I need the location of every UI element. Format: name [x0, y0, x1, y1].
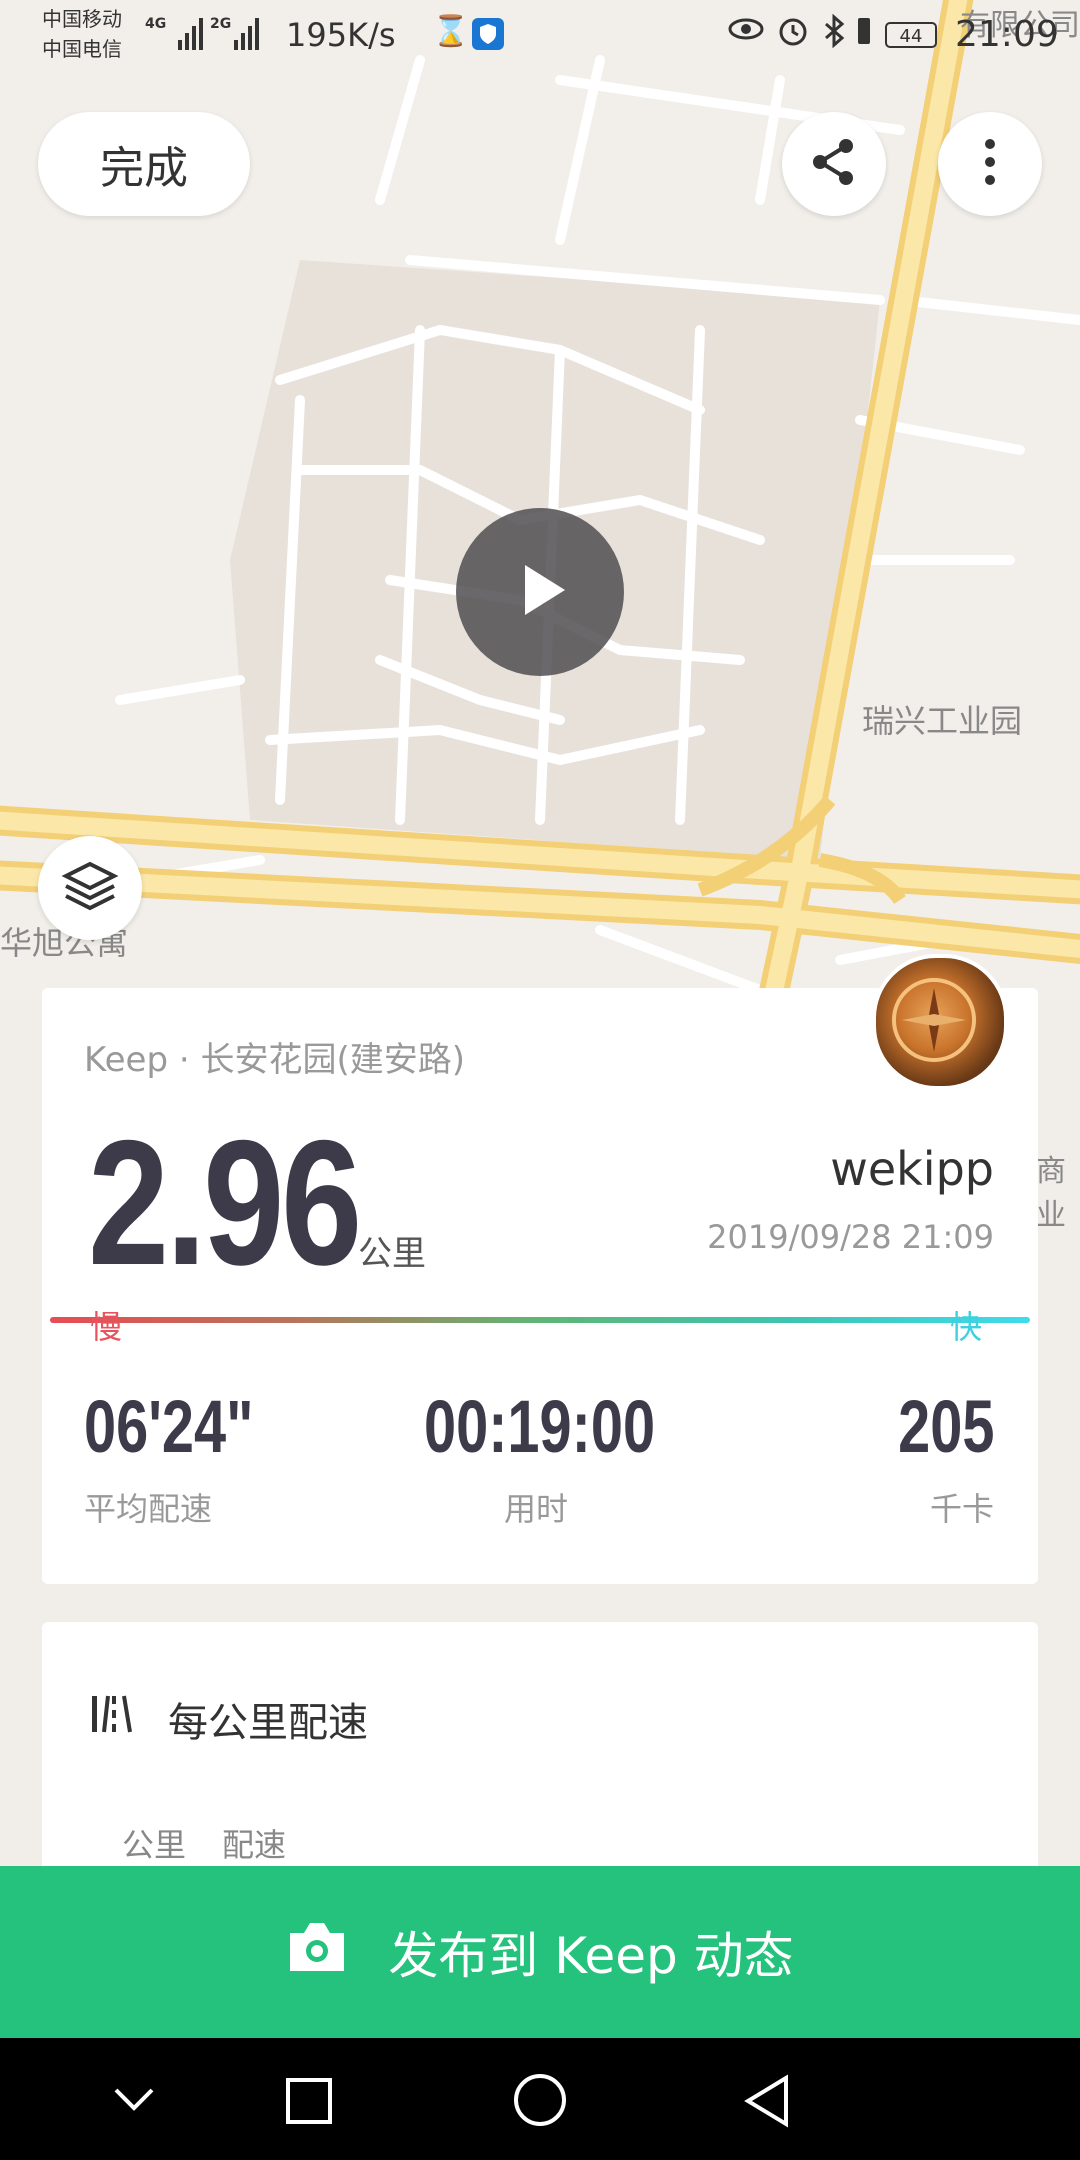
carrier-1: 中国移动 [42, 7, 122, 31]
duration-value: 00:19:00 [424, 1385, 656, 1468]
battery-indicator: 44 [885, 22, 937, 48]
network-type-1: 4G [145, 16, 167, 32]
pace-gradient-bar [50, 1317, 1030, 1323]
share-icon [806, 134, 862, 194]
nav-home-button[interactable] [512, 2072, 568, 2132]
nav-back-button[interactable] [742, 2074, 792, 2132]
distance-unit: 公里 [358, 1234, 426, 1274]
nav-recents-button[interactable] [284, 2076, 334, 2130]
more-vertical-icon [980, 134, 1000, 194]
layers-icon [60, 856, 120, 920]
clock: 21:09 [955, 14, 1059, 55]
calories-value: 205 [897, 1385, 994, 1468]
share-button[interactable] [782, 112, 886, 216]
avg-pace-label: 平均配速 [84, 1490, 213, 1528]
alarm-icon [776, 14, 810, 56]
shield-icon [472, 18, 504, 50]
duration-label: 用时 [504, 1490, 569, 1528]
signal-icon-2 [234, 16, 264, 54]
avatar[interactable] [872, 954, 1008, 1090]
play-track-button[interactable] [456, 508, 624, 676]
more-button[interactable] [938, 112, 1042, 216]
map-label-ruixing: 瑞兴工业园 [862, 702, 1023, 740]
network-type-2: 2G [210, 16, 232, 32]
fast-label: 快 [950, 1308, 983, 1346]
play-icon [505, 555, 575, 629]
nav-down-button[interactable] [110, 2082, 158, 2122]
camera-icon [286, 1919, 348, 1985]
pace-chart-icon [90, 1692, 138, 1746]
slow-label: 慢 [90, 1308, 123, 1346]
vibrate-icon [852, 14, 876, 56]
bluetooth-icon [822, 13, 846, 56]
hourglass-icon: ⌛ [432, 14, 470, 49]
network-speed: 195K/s [286, 16, 396, 54]
avg-pace-value: 06'24" [84, 1385, 254, 1468]
done-button[interactable]: 完成 [38, 112, 250, 216]
username: wekipp [830, 1142, 994, 1196]
carrier-2: 中国电信 [42, 37, 122, 61]
column-header-pace: 配速 [222, 1826, 287, 1864]
workout-datetime: 2019/09/28 21:09 [707, 1218, 994, 1256]
calories-label: 千卡 [929, 1490, 994, 1528]
publish-to-keep-button[interactable]: 发布到 Keep 动态 [0, 1866, 1080, 2038]
status-bar: 中国移动 中国电信 4G 2G 195K/s ⌛ 44 21:09 [0, 0, 1080, 70]
distance-value: 2.96 [88, 1103, 362, 1302]
column-header-km: 公里 [122, 1826, 187, 1864]
triangle-back-icon [742, 2074, 792, 2132]
map-layers-button[interactable] [38, 836, 142, 940]
map-label-commerce: 商业 [1036, 1154, 1066, 1233]
pace-section-title: 每公里配速 [168, 1700, 368, 1746]
workout-location: Keep · 长安花园(建安路) [84, 1040, 465, 1080]
chevron-down-icon [110, 2088, 158, 2122]
circle-home-icon [512, 2074, 568, 2132]
eye-icon [728, 14, 764, 52]
signal-icon [178, 16, 204, 54]
publish-label: 发布到 Keep 动态 [388, 1927, 794, 1985]
square-icon [284, 2078, 334, 2130]
